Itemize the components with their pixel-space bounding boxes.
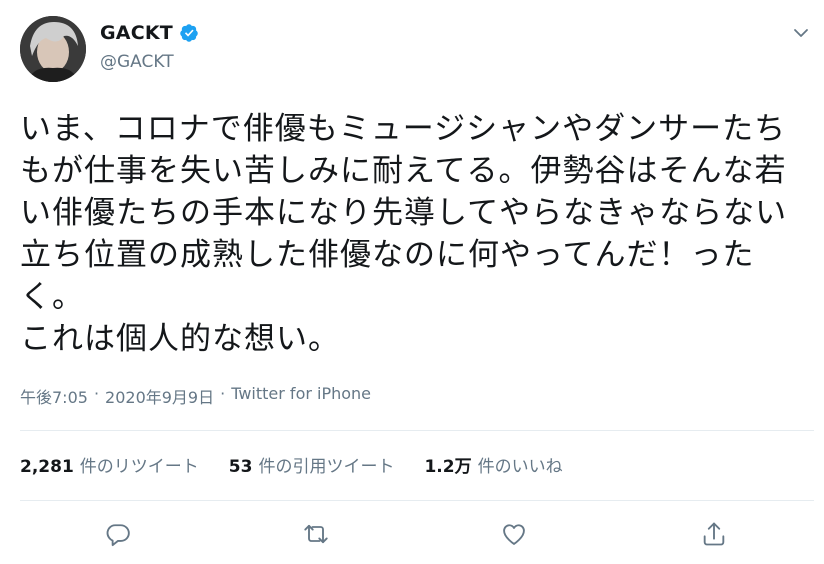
heart-icon bbox=[503, 524, 525, 545]
reply-icon bbox=[106, 524, 130, 547]
like-count-link[interactable]: 1.2万 件のいいね bbox=[424, 452, 562, 477]
like-label: 件のいいね bbox=[477, 457, 563, 477]
tweet-meta: 午後7:05 · 2020年9月9日 · Twitter for iPhone bbox=[20, 384, 371, 408]
chevron-down-icon[interactable] bbox=[790, 22, 812, 44]
user-name-row[interactable]: GACKT bbox=[100, 22, 199, 44]
share-button[interactable] bbox=[700, 520, 728, 548]
like-count: 1.2万 bbox=[424, 457, 472, 477]
quote-count-link[interactable]: 53 件の引用ツイート bbox=[229, 452, 395, 477]
quote-count: 53 bbox=[228, 457, 253, 477]
quote-label: 件の引用ツイート bbox=[258, 457, 395, 477]
reply-button[interactable] bbox=[104, 520, 132, 548]
divider bbox=[20, 430, 814, 431]
share-icon bbox=[703, 522, 725, 546]
retweet-label: 件のリツイート bbox=[79, 457, 199, 477]
retweet-button[interactable] bbox=[302, 520, 330, 548]
tweet-actions bbox=[0, 514, 824, 558]
avatar[interactable] bbox=[20, 16, 86, 82]
divider bbox=[20, 500, 814, 501]
user-handle[interactable]: @GACKT bbox=[100, 52, 174, 72]
tweet-date[interactable]: 2020年9月9日 bbox=[105, 384, 214, 408]
display-name[interactable]: GACKT bbox=[100, 22, 173, 44]
meta-separator-2: · bbox=[220, 384, 226, 403]
retweet-icon bbox=[304, 524, 328, 544]
tweet-stats: 2,281 件のリツイート 53 件の引用ツイート 1.2万 件のいいね bbox=[20, 452, 563, 477]
tweet-text: いま、コロナで俳優もミュージシャンやダンサーたち もが仕事を失い苦しみに耐えてる… bbox=[20, 111, 788, 357]
avatar-image bbox=[20, 16, 86, 82]
tweet-card: GACKT @GACKT いま、コロナで俳優もミュージシャンやダンサーたち もが… bbox=[0, 0, 824, 564]
verified-badge-icon bbox=[179, 23, 199, 43]
retweet-count: 2,281 bbox=[20, 457, 74, 477]
meta-separator: · bbox=[93, 384, 100, 403]
retweet-count-link[interactable]: 2,281 件のリツイート bbox=[20, 452, 199, 477]
tweet-time[interactable]: 午後7:05 bbox=[20, 384, 88, 408]
tweet-source[interactable]: Twitter for iPhone bbox=[231, 384, 371, 408]
like-button[interactable] bbox=[500, 520, 528, 548]
